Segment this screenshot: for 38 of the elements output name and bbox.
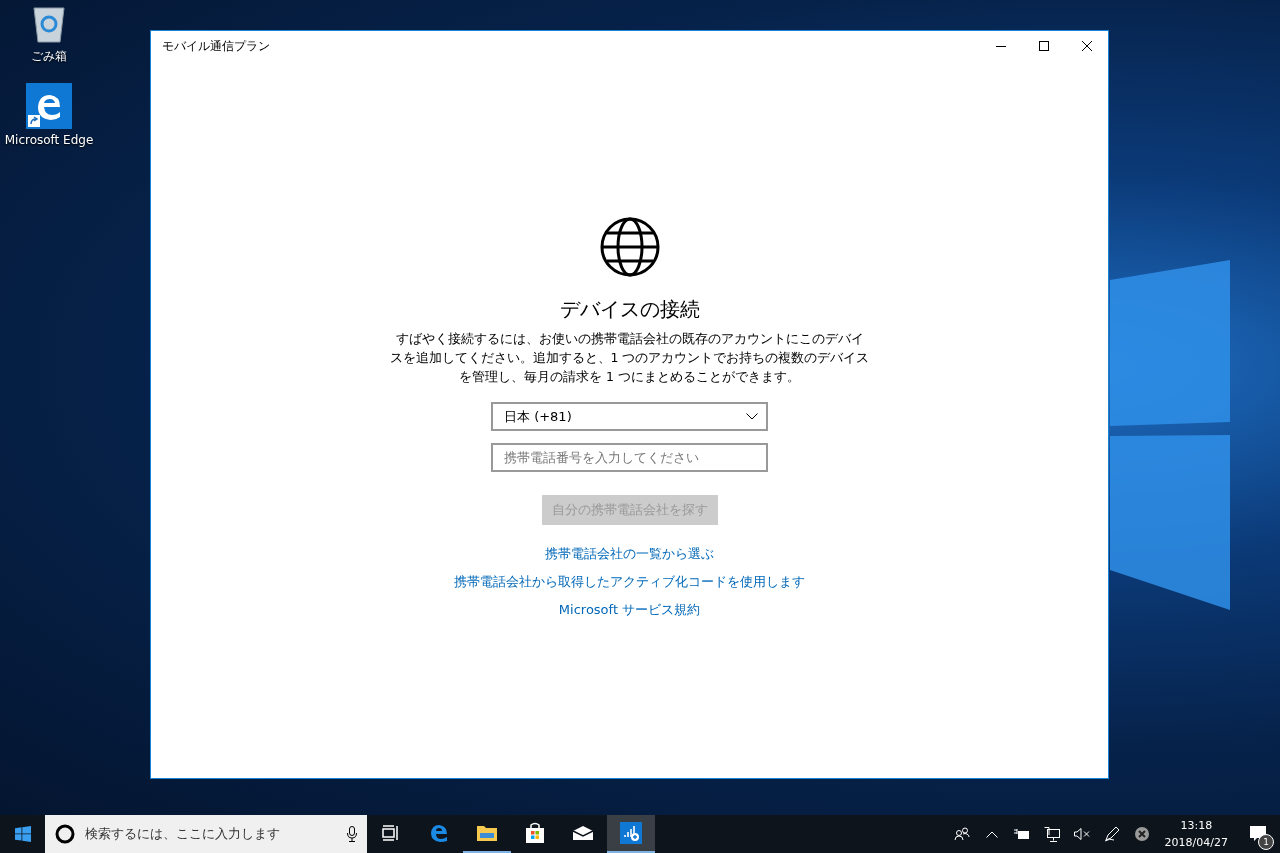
- clock[interactable]: 13:18 2018/04/27: [1156, 815, 1236, 853]
- window-title: モバイル通信プラン: [161, 37, 271, 55]
- link[interactable]: Microsoft サービス規約: [558, 600, 701, 619]
- phone-number-input[interactable]: 携帯電話番号を入力してください: [491, 443, 768, 472]
- notification-count: 1: [1258, 834, 1274, 850]
- windows-logo-icon: [14, 826, 31, 842]
- action-center-button[interactable]: 1: [1236, 815, 1280, 853]
- maximize-icon: [1038, 41, 1049, 51]
- search-box[interactable]: 検索するには、ここに入力します: [45, 815, 367, 853]
- muted-speaker-icon: [1073, 828, 1090, 840]
- close-icon: [1081, 41, 1092, 51]
- battery-plug-icon: [1013, 828, 1030, 840]
- edge-icon: [26, 83, 72, 129]
- pen-icon: [1103, 826, 1120, 842]
- microphone-icon: [347, 826, 357, 842]
- minimize-icon: [995, 45, 1006, 47]
- x-circle-icon: [1134, 827, 1149, 841]
- monitor-icon: [1043, 826, 1060, 842]
- country-dropdown[interactable]: 日本 (+81): [491, 402, 768, 431]
- shopping-bag-icon: [525, 822, 545, 844]
- signal-plus-icon: [620, 822, 642, 844]
- cortana-circle-icon: [55, 824, 75, 844]
- heading: デバイスの接続: [559, 296, 700, 323]
- link[interactable]: 携帯電話会社の一覧から選ぶ: [545, 544, 714, 563]
- taskbar-app-button[interactable]: [607, 815, 655, 853]
- recycle-bin-icon: [31, 4, 67, 44]
- description-text: すばやく接続するには、お使いの携帯電話会社の既存のアカウントにこのデバイスを追加してください。追加すると、1 つのアカウントでお持ちの複数のデバイスを管理し、毎月の請求を 1 つにまとめることができます。: [389, 330, 870, 386]
- globe-icon: [598, 216, 661, 278]
- chevron-down-icon: [746, 413, 758, 420]
- task-view-icon: [382, 825, 400, 841]
- people-icon: [953, 827, 970, 841]
- envelope-icon: [572, 825, 594, 841]
- link[interactable]: 携帯電話会社から取得したアクティブ化コードを使用します: [454, 572, 805, 591]
- desktop-icon-label[interactable]: ごみ箱: [31, 48, 67, 65]
- folder-icon: [476, 824, 498, 842]
- edge-icon: [429, 823, 449, 843]
- chevron-up-icon: [985, 830, 998, 838]
- desktop-icon-label[interactable]: Microsoft Edge: [4, 133, 94, 147]
